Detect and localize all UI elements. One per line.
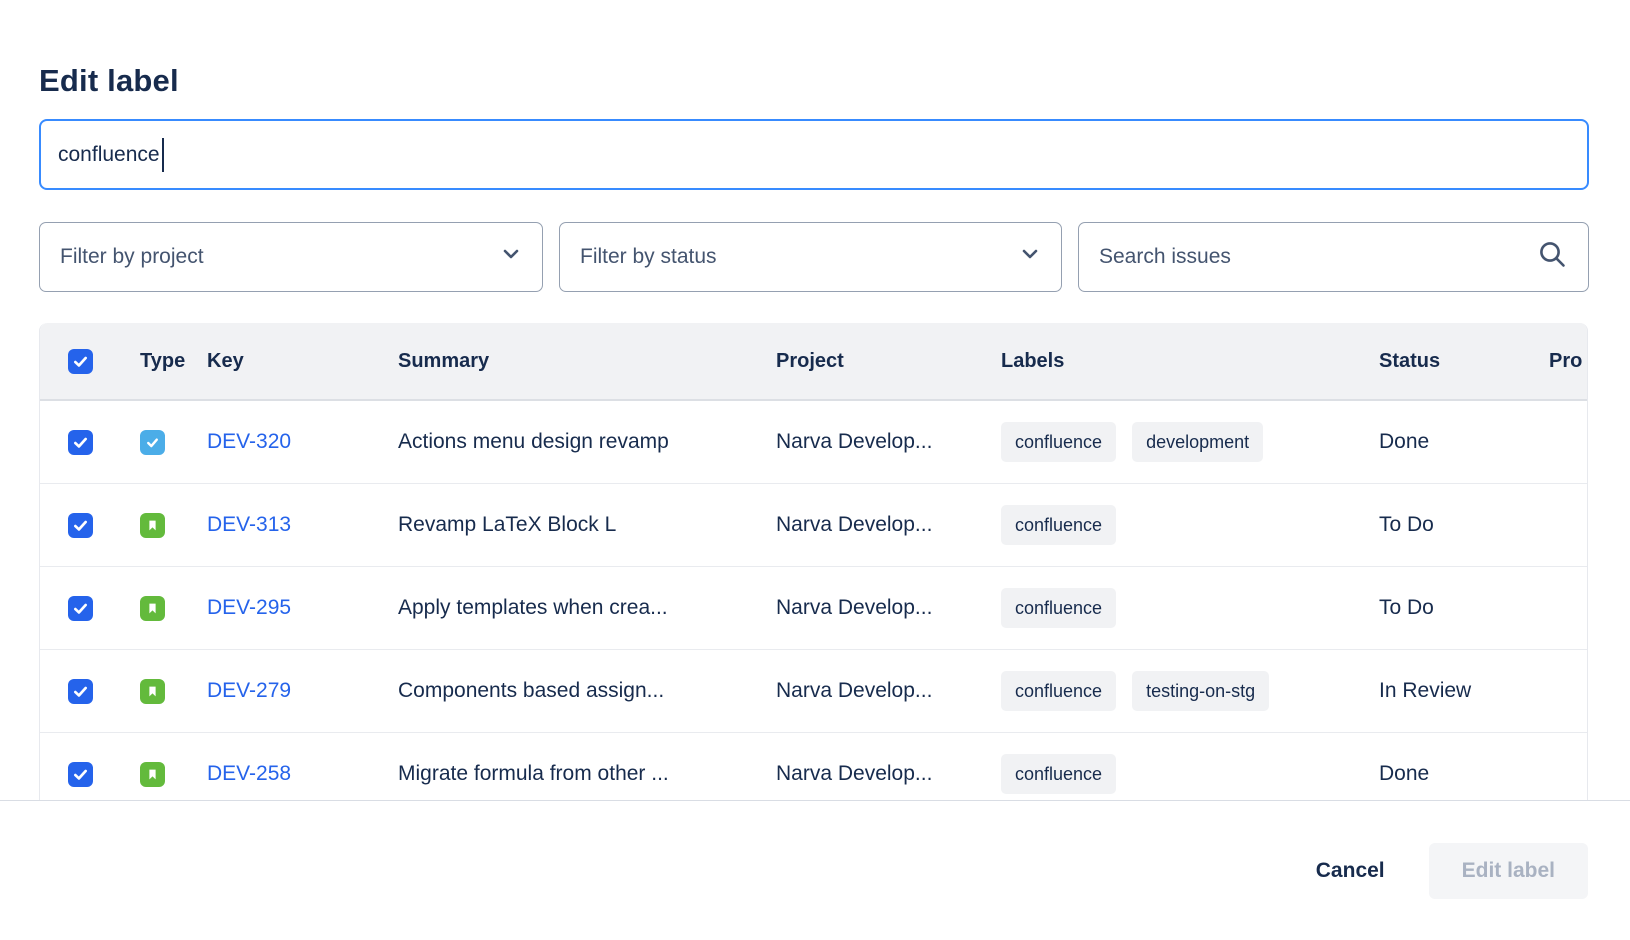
story-icon — [140, 762, 165, 787]
text-caret — [162, 138, 164, 172]
table-row: DEV-279 Components based assign... Narva… — [40, 650, 1588, 733]
cancel-button[interactable]: Cancel — [1306, 859, 1395, 883]
issue-project: Narva Develop... — [776, 430, 1001, 454]
issue-key-link[interactable]: DEV-320 — [207, 430, 291, 453]
search-icon — [1537, 239, 1568, 276]
issue-project: Narva Develop... — [776, 596, 1001, 620]
issue-project: Narva Develop... — [776, 762, 1001, 786]
label-chip: confluence — [1001, 754, 1116, 794]
issue-status: Done — [1379, 762, 1549, 786]
chevron-down-icon — [500, 243, 522, 271]
chevron-down-icon — [1019, 243, 1041, 271]
table-row: DEV-320 Actions menu design revamp Narva… — [40, 401, 1588, 484]
issue-project: Narva Develop... — [776, 679, 1001, 703]
column-header-summary: Summary — [398, 350, 776, 373]
column-header-status: Status — [1379, 350, 1549, 373]
story-icon — [140, 596, 165, 621]
task-icon — [140, 430, 165, 455]
label-chip: development — [1132, 422, 1263, 462]
filter-by-project-placeholder: Filter by project — [60, 245, 204, 269]
row-checkbox[interactable] — [68, 679, 93, 704]
table-row: DEV-295 Apply templates when crea... Nar… — [40, 567, 1588, 650]
issue-summary: Migrate formula from other ... — [398, 762, 776, 786]
select-all-checkbox[interactable] — [68, 349, 93, 374]
issue-status: To Do — [1379, 596, 1549, 620]
issue-summary: Revamp LaTeX Block L — [398, 513, 776, 537]
label-chip: testing-on-stg — [1132, 671, 1269, 711]
issue-key-link[interactable]: DEV-295 — [207, 596, 291, 619]
filter-by-status-select[interactable]: Filter by status — [559, 222, 1062, 292]
column-header-type: Type — [132, 350, 207, 373]
label-chip: confluence — [1001, 422, 1116, 462]
issue-key-link[interactable]: DEV-279 — [207, 679, 291, 702]
issue-key-link[interactable]: DEV-313 — [207, 513, 291, 536]
issue-summary: Actions menu design revamp — [398, 430, 776, 454]
filter-by-project-select[interactable]: Filter by project — [39, 222, 543, 292]
filter-by-status-placeholder: Filter by status — [580, 245, 717, 269]
issue-project: Narva Develop... — [776, 513, 1001, 537]
column-header-labels: Labels — [1001, 350, 1379, 373]
row-checkbox[interactable] — [68, 513, 93, 538]
story-icon — [140, 513, 165, 538]
table-header-row: Type Key Summary Project Labels Status P… — [40, 323, 1588, 401]
page-title: Edit label — [39, 63, 179, 99]
edit-label-button[interactable]: Edit label — [1429, 843, 1588, 899]
table-row: DEV-313 Revamp LaTeX Block L Narva Devel… — [40, 484, 1588, 567]
issue-status: Done — [1379, 430, 1549, 454]
issue-key-link[interactable]: DEV-258 — [207, 762, 291, 785]
label-chip: confluence — [1001, 505, 1116, 545]
search-placeholder: Search issues — [1099, 245, 1231, 269]
label-input-value: confluence — [58, 143, 160, 167]
label-input[interactable]: confluence — [39, 119, 1589, 190]
row-checkbox[interactable] — [68, 596, 93, 621]
issues-table: Type Key Summary Project Labels Status P… — [39, 323, 1588, 800]
issue-status: To Do — [1379, 513, 1549, 537]
column-header-pro: Pro — [1549, 350, 1588, 373]
column-header-key: Key — [207, 350, 398, 373]
column-header-project: Project — [776, 350, 1001, 373]
issue-summary: Apply templates when crea... — [398, 596, 776, 620]
search-issues-input[interactable]: Search issues — [1078, 222, 1589, 292]
row-checkbox[interactable] — [68, 762, 93, 787]
issue-summary: Components based assign... — [398, 679, 776, 703]
story-icon — [140, 679, 165, 704]
label-chip: confluence — [1001, 588, 1116, 628]
dialog-footer: Cancel Edit label — [0, 800, 1630, 940]
label-chip: confluence — [1001, 671, 1116, 711]
issue-status: In Review — [1379, 679, 1549, 703]
table-row: DEV-258 Migrate formula from other ... N… — [40, 733, 1588, 800]
row-checkbox[interactable] — [68, 430, 93, 455]
